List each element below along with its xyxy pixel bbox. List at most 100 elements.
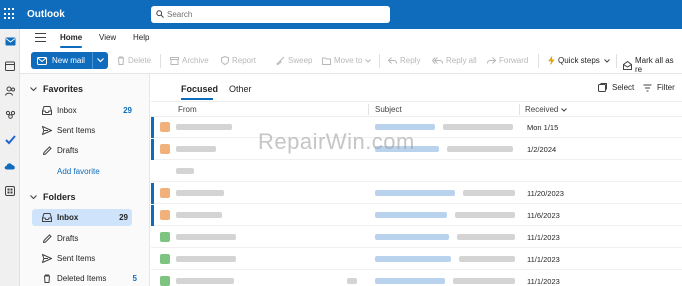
mail-icon[interactable] (4, 35, 16, 47)
select-label: Select (612, 83, 635, 92)
folders-item-sent-items[interactable]: Sent Items (32, 250, 132, 267)
pencil-icon (41, 146, 53, 155)
favorites-item-drafts[interactable]: Drafts (32, 142, 132, 159)
tab-help[interactable]: Help (133, 33, 149, 42)
reply-all-button[interactable]: Reply all (432, 56, 477, 65)
table-row[interactable]: 11/6/2023 (151, 205, 682, 226)
envelope-icon (37, 56, 47, 65)
subject-redacted (375, 256, 451, 262)
chevron-down-icon (97, 58, 104, 63)
reply-all-icon (432, 57, 443, 64)
received-date: 1/2/2024 (527, 145, 557, 154)
tab-other[interactable]: Other (229, 84, 252, 94)
folder-label: Drafts (57, 146, 79, 155)
forward-button[interactable]: Forward (487, 56, 528, 65)
select-button[interactable]: Select (598, 83, 634, 92)
group-label-redacted (176, 168, 194, 174)
todo-icon[interactable] (4, 134, 16, 146)
subject-redacted (375, 234, 449, 240)
filter-icon (643, 84, 652, 92)
sweep-button[interactable]: Sweep (276, 56, 312, 65)
chevron-down-icon (365, 58, 372, 63)
folder-label: Inbox (57, 106, 77, 115)
groups-icon[interactable] (4, 109, 16, 121)
column-subject[interactable]: Subject (375, 105, 402, 114)
favorites-label: Favorites (43, 84, 84, 94)
message-list: Focused Other Select Filter From Subject… (151, 74, 682, 286)
table-row[interactable]: 1/2/2024 (151, 139, 682, 160)
quick-steps-button[interactable]: Quick steps (548, 56, 610, 65)
new-mail-dropdown[interactable] (92, 52, 108, 69)
onedrive-icon[interactable] (4, 160, 16, 172)
folder-label: Drafts (57, 234, 79, 243)
reply-button[interactable]: Reply (388, 56, 420, 65)
move-to-label: Move to (334, 56, 363, 65)
column-received[interactable]: Received (525, 105, 567, 114)
received-date: 11/20/2023 (527, 189, 564, 198)
column-header: From Subject Received (151, 101, 682, 117)
people-icon[interactable] (4, 85, 16, 97)
favorites-header[interactable]: Favorites (30, 84, 83, 94)
tab-home[interactable]: Home (60, 33, 82, 42)
report-label: Report (232, 56, 257, 65)
trash-icon (117, 56, 125, 65)
folders-item-drafts[interactable]: Drafts (32, 230, 132, 247)
delete-button[interactable]: Delete (117, 56, 151, 65)
envelope-open-icon (623, 60, 632, 70)
broom-icon (276, 56, 285, 65)
chevron-down-icon (30, 194, 37, 200)
sender-redacted (176, 190, 224, 196)
folders-item-inbox[interactable]: Inbox 29 (32, 209, 132, 226)
apps-icon[interactable] (4, 185, 16, 197)
table-row[interactable]: 11/1/2023 (151, 227, 682, 248)
sender-redacted (176, 212, 222, 218)
favorites-item-sent-items[interactable]: Sent Items (32, 122, 132, 139)
archive-button[interactable]: Archive (170, 56, 209, 65)
preview-redacted (457, 234, 515, 240)
sender-redacted (176, 146, 216, 152)
table-row[interactable]: 11/20/2023 (151, 183, 682, 204)
mark-all-read-button[interactable]: Mark all as re (623, 56, 682, 74)
table-row[interactable]: Mon 1/15 (151, 117, 682, 138)
send-icon (41, 126, 53, 135)
subject-redacted (375, 190, 455, 196)
tab-focused[interactable]: Focused (181, 84, 218, 94)
hamburger-icon[interactable] (35, 33, 46, 43)
avatar (160, 144, 170, 154)
avatar (160, 254, 170, 264)
pencil-icon (41, 234, 53, 243)
search-box[interactable] (151, 6, 390, 23)
report-button[interactable]: Report (221, 56, 256, 65)
column-from[interactable]: From (178, 105, 197, 114)
received-date: 11/6/2023 (527, 211, 560, 220)
subject-redacted (375, 212, 447, 218)
filter-button[interactable]: Filter (643, 83, 675, 92)
table-row[interactable]: 11/1/2023 (151, 249, 682, 270)
preview-redacted (463, 190, 515, 196)
preview-redacted (453, 278, 515, 284)
folders-header[interactable]: Folders (30, 192, 76, 202)
sender-redacted (176, 278, 234, 284)
forward-label: Forward (499, 56, 529, 65)
chevron-down-icon (603, 58, 610, 63)
new-mail-label: New mail (52, 56, 85, 65)
received-date: Mon 1/15 (527, 123, 559, 132)
app-launcher-icon[interactable] (4, 8, 16, 20)
reply-icon (388, 57, 397, 64)
move-to-button[interactable]: Move to (322, 56, 372, 65)
sender-redacted (176, 124, 232, 130)
checkbox-icon (598, 83, 607, 92)
avatar (160, 188, 170, 198)
folders-item-deleted-items[interactable]: Deleted Items 5 (32, 270, 137, 286)
add-favorite-link[interactable]: Add favorite (57, 167, 100, 176)
calendar-icon[interactable] (4, 60, 16, 72)
folder-move-icon (322, 57, 331, 65)
tab-view[interactable]: View (99, 33, 116, 42)
chevron-down-icon (30, 86, 37, 92)
search-input[interactable] (167, 8, 382, 21)
folder-label: Sent Items (57, 254, 96, 263)
table-row[interactable]: 11/1/2023 (151, 271, 682, 286)
unread-count: 5 (132, 274, 137, 283)
new-mail-button[interactable]: New mail (31, 52, 96, 69)
favorites-item-inbox[interactable]: Inbox 29 (32, 102, 132, 119)
